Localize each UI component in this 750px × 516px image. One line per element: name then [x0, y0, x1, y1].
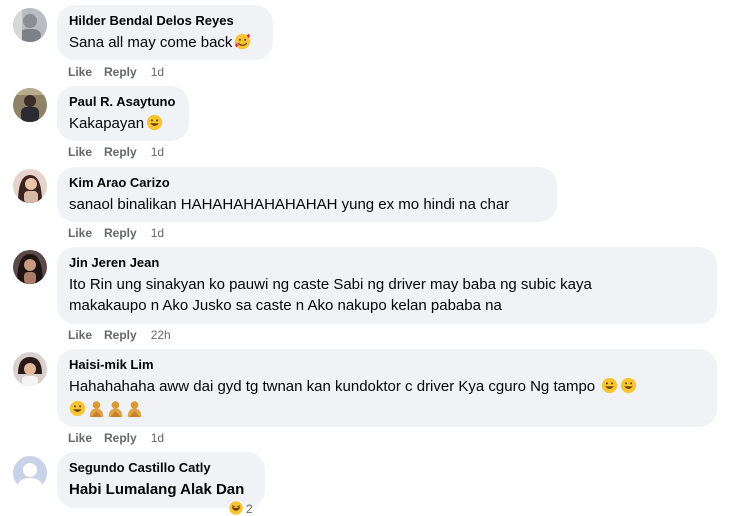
grinning-face-icon: [602, 377, 618, 394]
laughing-face-icon: [228, 500, 244, 516]
reply-button[interactable]: Reply: [104, 431, 137, 445]
timestamp[interactable]: 1d: [151, 65, 164, 79]
comment-text: Sana all may come back: [69, 32, 261, 53]
comment-actions: Like Reply 22h: [68, 327, 171, 343]
avatar[interactable]: [13, 8, 47, 42]
comment-actions: Like Reply 1d: [68, 144, 164, 160]
comment-bubble: Paul R. Asaytuno Kakapayan: [57, 86, 189, 141]
comment-text-content: Hahahahaha aww dai gyd tg twnan kan kund…: [69, 378, 596, 395]
avatar[interactable]: [13, 352, 47, 386]
like-button[interactable]: Like: [68, 65, 92, 79]
comment-text-line: [69, 399, 705, 420]
comment-author[interactable]: Segundo Castillo Catly: [69, 459, 253, 476]
reply-button[interactable]: Reply: [104, 65, 137, 79]
comment-author[interactable]: Haisi-mik Lim: [69, 356, 705, 373]
comment-text: Ito Rin ung sinakyan ko pauwi ng caste S…: [69, 274, 705, 316]
comment-text: Habi Lumalang Alak Dan: [69, 481, 245, 498]
comment-text-line: Ito Rin ung sinakyan ko pauwi ng caste S…: [69, 276, 592, 293]
avatar-image: [13, 352, 47, 386]
avatar-image: [13, 169, 47, 203]
timestamp[interactable]: 1d: [151, 145, 164, 159]
comment-text: sanaol binalikan HAHAHAHAHAHAHAH yung ex…: [69, 196, 510, 213]
comment-actions: Like Reply 1d: [68, 64, 164, 80]
person-icon: [108, 401, 123, 417]
timestamp[interactable]: 22h: [151, 328, 171, 342]
like-button[interactable]: Like: [68, 145, 92, 159]
reply-button[interactable]: Reply: [104, 145, 137, 159]
comment-text-line: makakaupo n Ako Jusko sa caste n Ako nak…: [69, 297, 502, 314]
comment-author[interactable]: Kim Arao Carizo: [69, 174, 545, 191]
reply-button[interactable]: Reply: [104, 328, 137, 342]
comment-text-line: Hahahahaha aww dai gyd tg twnan kan kund…: [69, 376, 705, 397]
timestamp[interactable]: 1d: [151, 431, 164, 445]
person-icon: [127, 401, 142, 417]
avatar[interactable]: [13, 456, 47, 490]
comment-author[interactable]: Hilder Bendal Delos Reyes: [69, 12, 261, 29]
comment-actions: Like Reply 1d: [68, 430, 164, 446]
comment-text: Hahahahaha aww dai gyd tg twnan kan kund…: [69, 376, 705, 420]
comment-bubble: Haisi-mik Lim Hahahahaha aww dai gyd tg …: [57, 349, 717, 427]
comment-author[interactable]: Jin Jeren Jean: [69, 254, 705, 271]
like-button[interactable]: Like: [68, 328, 92, 342]
comment-bubble: Kim Arao Carizo sanaol binalikan HAHAHAH…: [57, 167, 557, 222]
comment-text: Kakapayan: [69, 113, 177, 134]
comment-author[interactable]: Paul R. Asaytuno: [69, 93, 177, 110]
comment-bubble: Jin Jeren Jean Ito Rin ung sinakyan ko p…: [57, 247, 717, 324]
comment-text-content: Kakapayan: [69, 115, 145, 132]
avatar-image: [13, 8, 47, 42]
avatar[interactable]: [13, 88, 47, 122]
grinning-face-icon: [146, 114, 163, 131]
comment-text-content: Sana all may come back: [69, 34, 233, 51]
reaction-count[interactable]: 2: [228, 500, 253, 516]
grinning-face-icon: [621, 377, 637, 394]
comment-actions: Like Reply 1d: [68, 225, 164, 241]
reply-button[interactable]: Reply: [104, 226, 137, 240]
comment-bubble: Hilder Bendal Delos Reyes Sana all may c…: [57, 5, 273, 60]
avatar-image: [13, 88, 47, 122]
like-button[interactable]: Like: [68, 431, 92, 445]
avatar[interactable]: [13, 250, 47, 284]
reaction-count-value: 2: [246, 502, 253, 516]
like-button[interactable]: Like: [68, 226, 92, 240]
default-avatar-icon: [13, 456, 47, 490]
avatar-image: [13, 250, 47, 284]
avatar[interactable]: [13, 169, 47, 203]
smiling-face-hearts-icon: [235, 33, 251, 50]
grinning-face-icon: [69, 400, 86, 417]
person-icon: [89, 401, 104, 417]
timestamp[interactable]: 1d: [151, 226, 164, 240]
